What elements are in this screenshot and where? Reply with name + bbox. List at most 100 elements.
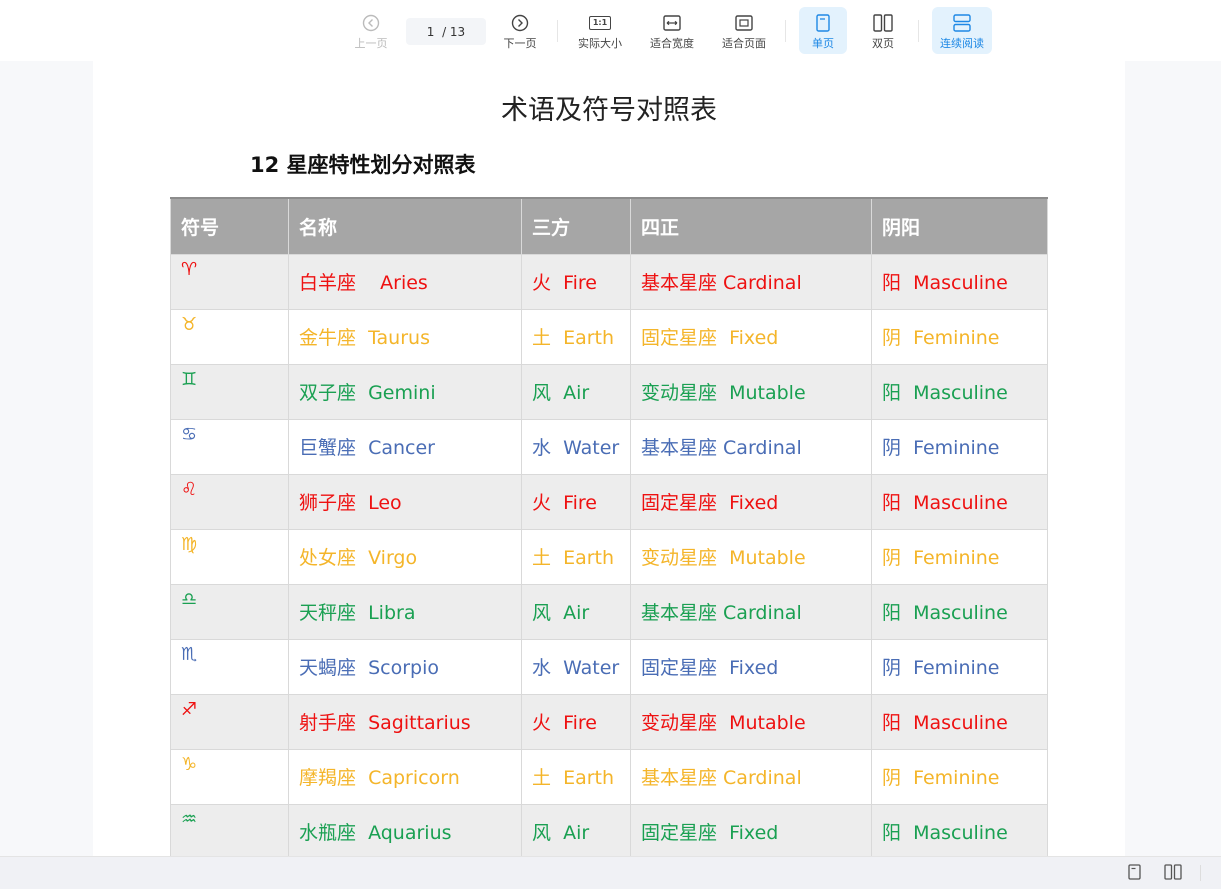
zodiac-symbol-icon: ♊ xyxy=(170,363,289,420)
polarity-cell: 阴 Feminine xyxy=(871,418,1048,475)
triplicity-cell: 水 Water xyxy=(521,638,631,695)
table-row: ♍ 处女座 Virgo 土 Earth 变动星座 Mutable 阴 Feminine xyxy=(170,528,1048,585)
triplicity-cell: 风 Air xyxy=(521,583,631,640)
triplicity-cell: 土 Earth xyxy=(521,748,631,805)
continuous-reading-button[interactable]: 连续阅读 xyxy=(932,7,992,54)
prev-page-label: 上一页 xyxy=(354,37,388,50)
sign-name-cell: 狮子座 Leo xyxy=(288,473,522,530)
table-row: ♒ 水瓶座 Aquarius 风 Air 固定星座 Fixed 阳 Masculine xyxy=(170,803,1048,856)
quadruplicity-cell: 基本星座 Cardinal xyxy=(630,253,872,310)
polarity-cell: 阴 Feminine xyxy=(871,638,1048,695)
actual-size-button[interactable]: 1:1 实际大小 xyxy=(572,7,628,54)
zodiac-table: 符号 名称 三方 四正 阴阳 ♈ 白羊座 Aries 火 Fire 基本星座 Card… xyxy=(170,197,1048,856)
quadruplicity-cell: 基本星座 Cardinal xyxy=(630,748,872,805)
polarity-cell: 阴 Feminine xyxy=(871,528,1048,585)
table-row: ♋ 巨蟹座 Cancer 水 Water 基本星座 Cardinal 阴 Feminin… xyxy=(170,418,1048,475)
toolbar-divider xyxy=(918,20,919,42)
quadruplicity-cell: 固定星座 Fixed xyxy=(630,473,872,530)
page-number-input[interactable]: 1 / 13 xyxy=(406,18,486,45)
actual-size-icon: 1:1 xyxy=(588,13,612,33)
triplicity-cell: 火 Fire xyxy=(521,693,631,750)
triplicity-cell: 土 Earth xyxy=(521,528,631,585)
quadruplicity-cell: 固定星座 Fixed xyxy=(630,638,872,695)
zodiac-symbol-icon: ♉ xyxy=(170,308,289,365)
section-subtitle: 12 星座特性划分对照表 xyxy=(250,153,476,177)
fit-width-icon xyxy=(663,13,681,33)
zodiac-symbol-icon: ♋ xyxy=(170,418,289,475)
double-page-button[interactable]: 双页 xyxy=(860,7,906,54)
polarity-cell: 阳 Masculine xyxy=(871,803,1048,856)
table-row: ♉ 金牛座 Taurus 土 Earth 固定星座 Fixed 阴 Feminine xyxy=(170,308,1048,365)
table-row: ♐ 射手座 Sagittarius 火 Fire 变动星座 Mutable 阳 Masc… xyxy=(170,693,1048,750)
table-header-row: 符号 名称 三方 四正 阴阳 xyxy=(170,197,1048,255)
fit-width-label: 适合宽度 xyxy=(650,37,694,50)
fit-page-label: 适合页面 xyxy=(722,37,766,50)
single-page-label: 单页 xyxy=(812,37,834,50)
sign-name-cell: 天蝎座 Scorpio xyxy=(288,638,522,695)
quadruplicity-cell: 基本星座 Cardinal xyxy=(630,418,872,475)
polarity-cell: 阴 Feminine xyxy=(871,748,1048,805)
next-page-label: 下一页 xyxy=(503,37,537,50)
column-header-quadruplicity: 四正 xyxy=(630,197,872,255)
fit-width-button[interactable]: 适合宽度 xyxy=(644,7,700,54)
page-title: 术语及符号对照表 xyxy=(501,95,717,126)
triplicity-cell: 风 Air xyxy=(521,363,631,420)
zodiac-symbol-icon: ♌ xyxy=(170,473,289,530)
chevron-right-circle-icon xyxy=(511,13,529,33)
triplicity-cell: 火 Fire xyxy=(521,473,631,530)
triplicity-cell: 土 Earth xyxy=(521,308,631,365)
toolbar-divider xyxy=(785,20,786,42)
column-header-symbol: 符号 xyxy=(170,197,289,255)
toolbar: 上一页 1 / 13 下一页 1:1 实际大小 适合宽度 适合页面 单页 双页 … xyxy=(0,0,1221,61)
chevron-left-circle-icon xyxy=(362,13,380,33)
double-page-label: 双页 xyxy=(872,37,894,50)
single-page-icon xyxy=(816,13,830,33)
zodiac-symbol-icon: ♏ xyxy=(170,638,289,695)
page-total: / 13 xyxy=(442,24,466,39)
triplicity-cell: 水 Water xyxy=(521,418,631,475)
polarity-cell: 阴 Feminine xyxy=(871,308,1048,365)
column-header-triplicity: 三方 xyxy=(521,197,631,255)
polarity-cell: 阳 Masculine xyxy=(871,583,1048,640)
actual-size-icon-text: 1:1 xyxy=(588,16,612,30)
sign-name-cell: 巨蟹座 Cancer xyxy=(288,418,522,475)
zodiac-symbol-icon: ♐ xyxy=(170,693,289,750)
continuous-reading-label: 连续阅读 xyxy=(940,37,984,50)
sign-name-cell: 摩羯座 Capricorn xyxy=(288,748,522,805)
table-row: ♌ 狮子座 Leo 火 Fire 固定星座 Fixed 阳 Masculine xyxy=(170,473,1048,530)
quadruplicity-cell: 固定星座 Fixed xyxy=(630,308,872,365)
table-row: ♏ 天蝎座 Scorpio 水 Water 固定星座 Fixed 阴 Feminine xyxy=(170,638,1048,695)
sign-name-cell: 金牛座 Taurus xyxy=(288,308,522,365)
right-gutter xyxy=(1125,61,1221,856)
zodiac-symbol-icon: ♎ xyxy=(170,583,289,640)
triplicity-cell: 火 Fire xyxy=(521,253,631,310)
zodiac-symbol-icon: ♍ xyxy=(170,528,289,585)
table-row: ♑ 摩羯座 Capricorn 土 Earth 基本星座 Cardinal 阴 Femi… xyxy=(170,748,1048,805)
sign-name-cell: 天秤座 Libra xyxy=(288,583,522,640)
single-page-icon[interactable] xyxy=(1124,863,1144,881)
zodiac-symbol-icon: ♈ xyxy=(170,253,289,310)
column-header-name: 名称 xyxy=(288,197,522,255)
double-page-icon[interactable] xyxy=(1163,863,1183,881)
quadruplicity-cell: 变动星座 Mutable xyxy=(630,528,872,585)
prev-page-button[interactable]: 上一页 xyxy=(348,7,394,54)
quadruplicity-cell: 基本星座 Cardinal xyxy=(630,583,872,640)
table-row: ♎ 天秤座 Libra 风 Air 基本星座 Cardinal 阳 Masculine xyxy=(170,583,1048,640)
toolbar-divider xyxy=(557,20,558,42)
single-page-button[interactable]: 单页 xyxy=(799,7,847,54)
next-page-button[interactable]: 下一页 xyxy=(497,7,543,54)
fit-page-icon xyxy=(735,13,753,33)
sign-name-cell: 射手座 Sagittarius xyxy=(288,693,522,750)
polarity-cell: 阳 Masculine xyxy=(871,363,1048,420)
status-divider xyxy=(1200,865,1201,881)
quadruplicity-cell: 固定星座 Fixed xyxy=(630,803,872,856)
table-row: ♈ 白羊座 Aries 火 Fire 基本星座 Cardinal 阳 Masculine xyxy=(170,253,1048,310)
actual-size-label: 实际大小 xyxy=(578,37,622,50)
sign-name-cell: 白羊座 Aries xyxy=(288,253,522,310)
table-row: ♊ 双子座 Gemini 风 Air 变动星座 Mutable 阳 Masculine xyxy=(170,363,1048,420)
quadruplicity-cell: 变动星座 Mutable xyxy=(630,363,872,420)
sign-name-cell: 水瓶座 Aquarius xyxy=(288,803,522,856)
sign-name-cell: 双子座 Gemini xyxy=(288,363,522,420)
left-gutter xyxy=(0,61,93,856)
fit-page-button[interactable]: 适合页面 xyxy=(716,7,772,54)
